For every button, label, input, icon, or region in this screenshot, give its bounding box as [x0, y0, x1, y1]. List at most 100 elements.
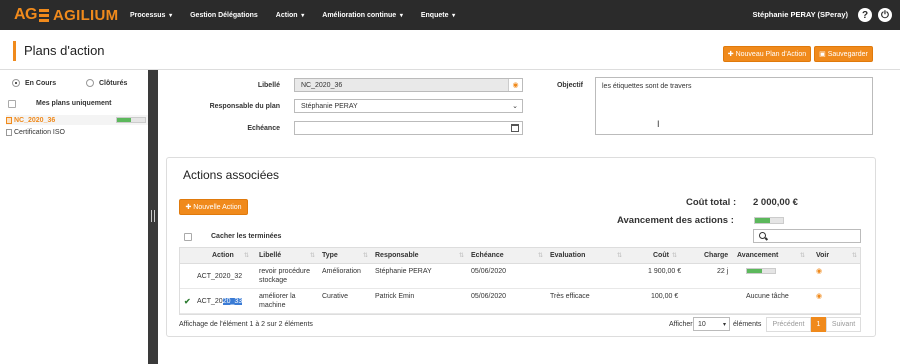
document-icon [6, 116, 12, 124]
plan-item-certification-iso[interactable]: Certification ISO [6, 127, 148, 137]
new-action-button[interactable]: ✚ Nouvelle Action [179, 199, 248, 215]
new-plan-button[interactable]: ✚ Nouveau Plan d'Action [723, 46, 811, 62]
sort-icon[interactable]: ⇅ [672, 252, 677, 259]
col-charge[interactable]: Charge [704, 252, 728, 259]
afficher-label: Afficher [669, 321, 693, 328]
col-libelle[interactable]: Libellé [259, 252, 281, 259]
cout-total-label: Coût total : [686, 197, 737, 208]
pagination-previous[interactable]: Précédent [766, 317, 811, 332]
table-header: Action ⇅ Libellé ⇅ Type ⇅ Responsable ⇅ … [180, 248, 860, 264]
cell-echeance: 05/06/2020 [471, 293, 507, 300]
table-row[interactable]: ✔ ACT_2020_33 améliorer la machine Curati… [180, 289, 860, 314]
chevron-down-icon: ⌄ [512, 103, 518, 110]
libelle-value: NC_2020_36 [301, 81, 343, 89]
cell-action: ACT_2020_32 [197, 273, 243, 280]
search-icon [759, 232, 766, 239]
cell-action[interactable]: ACT_2020_33 [197, 297, 243, 306]
radio-en-cours[interactable] [12, 79, 20, 87]
splitter-handle-icon[interactable] [151, 210, 155, 222]
avancement-progress-bar [754, 217, 784, 224]
sort-icon[interactable]: ⇅ [538, 252, 543, 259]
label-cacher-terminees: Cacher les terminées [211, 233, 282, 240]
echeance-input[interactable] [294, 121, 523, 135]
menu-gestion-delegations[interactable]: Gestion Délégations [190, 12, 258, 19]
sort-icon[interactable]: ⇅ [363, 252, 368, 259]
cell-avancement: Aucune tâche [746, 293, 789, 300]
echeance-label: Echéance [247, 125, 280, 132]
cell-responsable: Patrick Emin [375, 293, 415, 300]
page-size-select[interactable]: 10 ▾ [693, 317, 730, 331]
sort-icon[interactable]: ⇅ [800, 252, 805, 259]
objectif-textarea[interactable]: les étiquettes sont de travers [595, 77, 873, 135]
logo-text: AGILIUM [53, 6, 119, 24]
cell-responsable: Stéphanie PERAY [375, 268, 432, 275]
col-evaluation[interactable]: Evaluation [550, 252, 585, 259]
objectif-label: Objectif [556, 82, 583, 89]
plans-sidebar: En Cours Clôturés Mes plans uniquement N… [0, 70, 148, 364]
actions-table: Action ⇅ Libellé ⇅ Type ⇅ Responsable ⇅ … [179, 247, 861, 315]
responsable-label: Responsable du plan [209, 103, 280, 110]
logo-ag: AG [14, 6, 38, 23]
responsable-value: Stéphanie PERAY [301, 102, 358, 110]
checkbox-mes-plans[interactable] [8, 100, 16, 108]
power-icon[interactable]: ⏻ [878, 8, 892, 22]
col-avancement[interactable]: Avancement [737, 252, 778, 259]
sidebar-splitter[interactable] [148, 70, 158, 364]
chevron-down-icon: ▾ [299, 12, 305, 19]
chevron-down-icon: ▾ [722, 322, 726, 328]
calendar-icon[interactable] [511, 124, 519, 132]
menu-enquete[interactable]: Enquete ▾ [421, 12, 455, 19]
table-row[interactable]: ACT_2020_32 revoir procédure stockage Amé… [180, 264, 860, 289]
col-responsable[interactable]: Responsable [375, 252, 419, 259]
label-en-cours: En Cours [25, 80, 57, 87]
actions-title: Actions associées [183, 168, 280, 182]
top-navbar: AG AGILIUM Processus ▾ Gestion Délégatio… [0, 0, 900, 30]
menu-processus[interactable]: Processus ▾ [130, 12, 172, 19]
cell-echeance: 05/06/2020 [471, 268, 507, 275]
sort-icon[interactable]: ⇅ [617, 252, 622, 259]
cell-charge: 22 j [717, 268, 729, 275]
responsable-select[interactable]: Stéphanie PERAY ⌄ [294, 99, 523, 113]
plan-name: Certification ISO [14, 128, 65, 136]
label-clotures: Clôturés [99, 80, 128, 87]
col-voir[interactable]: Voir [816, 252, 829, 259]
col-type[interactable]: Type [322, 252, 338, 259]
cell-libelle: revoir procédure stockage [259, 268, 310, 284]
checkmark-icon: ✔ [184, 297, 191, 306]
row-progress-bar [746, 268, 776, 274]
eye-icon[interactable]: ◉ [816, 267, 822, 275]
checkbox-cacher-terminees[interactable] [184, 233, 192, 241]
user-name[interactable]: Stéphanie PERAY (SPeray) [753, 10, 848, 19]
plan-progress-bar [116, 117, 146, 123]
cout-total-value: 2 000,00 € [753, 197, 798, 208]
agilium-logo[interactable]: AG AGILIUM [14, 6, 124, 24]
pagination-next[interactable]: Suivant [826, 317, 861, 332]
sort-icon[interactable]: ⇅ [244, 252, 249, 259]
document-icon [6, 128, 12, 136]
sort-icon[interactable]: ⇅ [459, 252, 464, 259]
sort-icon[interactable]: ⇅ [310, 252, 315, 259]
objectif-value: les étiquettes sont de travers [602, 83, 692, 90]
col-cout[interactable]: Coût [653, 252, 669, 259]
eye-icon[interactable]: ◉ [816, 292, 822, 300]
elements-label: éléments [733, 321, 762, 328]
menu-amelioration-continue[interactable]: Amélioration continue ▾ [322, 12, 403, 19]
col-echeance[interactable]: Echéance [471, 252, 504, 259]
radio-clotures[interactable] [86, 79, 94, 87]
search-input[interactable] [753, 229, 861, 243]
page-title: Plans d'action [24, 43, 105, 58]
text-cursor-icon: I [657, 119, 660, 129]
col-action[interactable]: Action [212, 252, 234, 259]
save-button[interactable]: ▣ Sauvegarder [814, 46, 873, 62]
cell-evaluation: Très efficace [550, 293, 590, 300]
menu-action[interactable]: Action ▾ [276, 12, 304, 19]
sort-icon[interactable]: ⇅ [852, 252, 857, 259]
cell-cout: 100,00 € [651, 293, 679, 300]
pagination-page-1[interactable]: 1 [811, 317, 826, 332]
cell-type: Curative [322, 293, 349, 300]
plan-item-nc-2020-36[interactable]: NC_2020_36 [6, 115, 148, 125]
label-mes-plans: Mes plans uniquement [36, 100, 112, 107]
libelle-label: Libellé [257, 82, 280, 89]
chevron-down-icon: ▾ [450, 12, 456, 19]
help-icon[interactable]: ? [858, 8, 872, 22]
